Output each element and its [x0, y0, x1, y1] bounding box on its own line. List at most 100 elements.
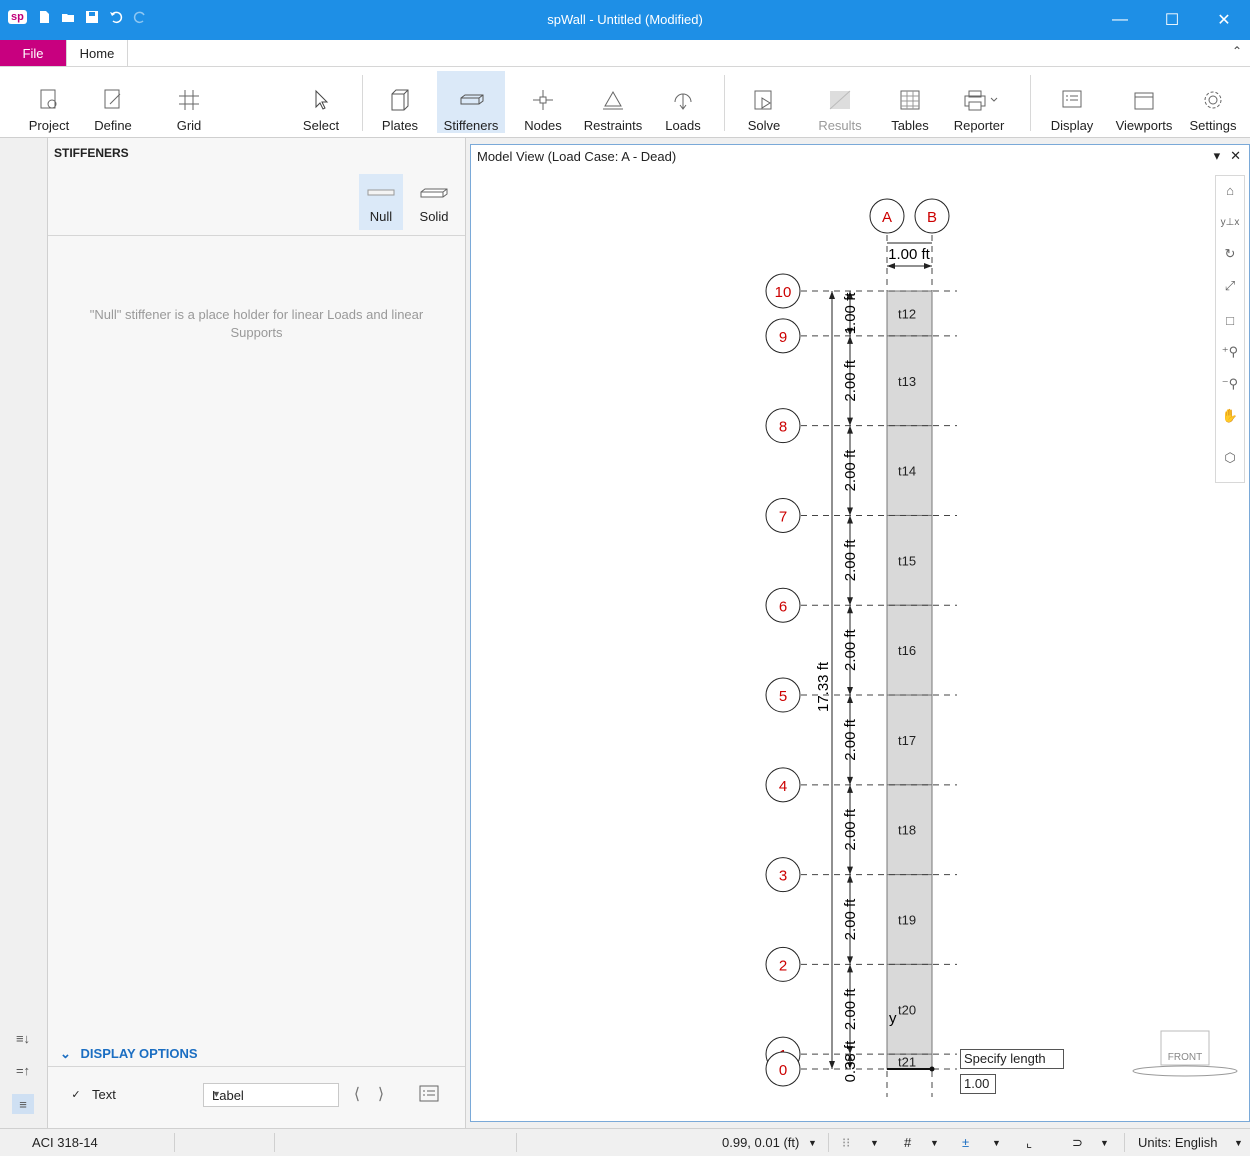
close-icon[interactable]: ✕: [1198, 0, 1250, 40]
sort-ascending-icon[interactable]: =↑: [12, 1060, 34, 1080]
selection-mode-icon[interactable]: ⊃: [1072, 1135, 1083, 1151]
ribbon-separator: [724, 75, 725, 131]
stiffener-type-null[interactable]: Null: [359, 174, 403, 230]
tab-home[interactable]: Home: [66, 40, 128, 66]
load-icon: [674, 93, 692, 110]
model-view[interactable]: Model View (Load Case: A - Dead) ▾ ✕ A B…: [470, 144, 1250, 1122]
next-icon[interactable]: ⟩: [372, 1084, 390, 1104]
list-view-icon[interactable]: ≡: [12, 1094, 34, 1114]
row-label: 3: [779, 868, 787, 885]
title-bar: sp spWall - Untitled (Modified) — ☐ ✕: [0, 0, 1250, 40]
specify-length-prompt: Specify length: [960, 1049, 1064, 1069]
ribbon: Project Define Grid Select Plates Stiffe…: [0, 67, 1250, 138]
tables-button[interactable]: Tables: [886, 71, 934, 133]
display-settings-icon[interactable]: [418, 1084, 440, 1104]
grid-dots-icon[interactable]: ⁝⁝: [842, 1135, 850, 1151]
row-bubble[interactable]: 6: [765, 587, 801, 623]
display-icon: [1062, 90, 1082, 108]
specify-length-input[interactable]: 1.00: [960, 1074, 996, 1094]
grid-dots-dropdown-icon[interactable]: ▼: [870, 1138, 879, 1148]
pan-hand-icon[interactable]: ✋: [1220, 406, 1240, 426]
settings-button[interactable]: Settings: [1186, 71, 1240, 133]
zoom-extents-icon[interactable]: ⤢: [1220, 276, 1240, 296]
ribbon-tabs: File Home ⌃: [0, 40, 1250, 67]
tab-file[interactable]: File: [0, 40, 66, 66]
display-options-header[interactable]: ⌄ DISPLAY OPTIONS: [60, 1046, 198, 1062]
view-close-icon[interactable]: ✕: [1230, 148, 1241, 164]
define-icon: [104, 89, 121, 109]
snap-icon[interactable]: ±: [962, 1135, 969, 1150]
solve-button[interactable]: Solve: [740, 71, 788, 133]
plate-label: t17: [898, 733, 916, 748]
view-cube[interactable]: FRONT: [1132, 1030, 1238, 1077]
gear-icon: [1204, 91, 1222, 109]
plate-label: t21: [898, 1055, 916, 1070]
restraints-button[interactable]: Restraints: [580, 71, 646, 133]
row-bubble[interactable]: 0: [765, 1051, 801, 1087]
row-bubble[interactable]: 9: [765, 318, 801, 354]
y-axis-label: y: [889, 1010, 897, 1027]
sort-descending-icon[interactable]: ≡↓: [12, 1028, 34, 1048]
maximize-icon[interactable]: ☐: [1146, 0, 1198, 40]
units-dropdown-icon[interactable]: ▼: [1234, 1138, 1243, 1148]
divider: [174, 1133, 175, 1152]
axes-icon[interactable]: y⊥x: [1220, 212, 1240, 232]
project-button[interactable]: Project: [22, 71, 76, 133]
col-label-b: B: [927, 209, 937, 226]
solve-icon: [754, 90, 772, 110]
define-button[interactable]: Define: [90, 71, 136, 133]
chevron-down-icon: ⌄: [60, 1046, 71, 1061]
text-checkbox[interactable]: ✓: [70, 1088, 82, 1101]
row-label: 4: [779, 778, 787, 795]
zoom-window-icon[interactable]: □: [1220, 310, 1240, 330]
cursor-icon: [315, 89, 329, 110]
col-bubble-a[interactable]: A: [869, 198, 905, 234]
row-bubble[interactable]: 4: [765, 767, 801, 803]
reporter-button[interactable]: Reporter: [948, 71, 1010, 133]
view-menu-icon[interactable]: ▾: [1214, 148, 1221, 164]
row-bubble[interactable]: 5: [765, 677, 801, 713]
minimize-icon[interactable]: —: [1094, 0, 1146, 40]
zoom-out-icon[interactable]: ⁻⚲: [1220, 374, 1240, 394]
plate-label: t19: [898, 913, 916, 928]
viewports-button[interactable]: Viewports: [1112, 71, 1176, 133]
row-label: 0: [779, 1062, 787, 1079]
plate-label: t15: [898, 553, 916, 568]
segment-dimension: 2.00 ft: [842, 718, 859, 761]
units-selector[interactable]: Units: English: [1138, 1135, 1217, 1150]
select-button[interactable]: Select: [298, 71, 344, 133]
previous-icon[interactable]: ⟨: [348, 1084, 366, 1104]
row-bubble[interactable]: 3: [765, 857, 801, 893]
zoom-in-icon[interactable]: ⁺⚲: [1220, 342, 1240, 362]
collapse-ribbon-icon[interactable]: ⌃: [1232, 44, 1242, 58]
3d-view-icon[interactable]: ⬡: [1220, 448, 1240, 468]
row-bubble[interactable]: 7: [765, 497, 801, 533]
display-button[interactable]: Display: [1046, 71, 1098, 133]
segment-dimension: 2.00 ft: [842, 539, 859, 582]
grid-icon: [179, 90, 199, 110]
plates-button[interactable]: Plates: [376, 71, 424, 133]
stiffener-type-solid[interactable]: Solid: [412, 174, 456, 230]
selection-mode-dropdown-icon[interactable]: ▼: [1100, 1138, 1109, 1148]
results-button[interactable]: Results: [812, 71, 868, 133]
row-bubble[interactable]: 10: [765, 273, 801, 309]
rotate-icon[interactable]: ↻: [1220, 244, 1240, 264]
coords-dropdown-icon[interactable]: ▼: [808, 1138, 817, 1148]
row-bubble[interactable]: 8: [765, 408, 801, 444]
row-label: 8: [779, 419, 787, 436]
grid-button[interactable]: Grid: [166, 71, 212, 133]
col-bubble-b[interactable]: B: [914, 198, 950, 234]
nodes-button[interactable]: Nodes: [518, 71, 568, 133]
label-select[interactable]: Label ▼: [203, 1083, 339, 1107]
loads-button[interactable]: Loads: [660, 71, 706, 133]
snap-dropdown-icon[interactable]: ▼: [992, 1138, 1001, 1148]
grid-lines-dropdown-icon[interactable]: ▼: [930, 1138, 939, 1148]
ortho-icon[interactable]: ⌞: [1026, 1135, 1032, 1151]
home-view-icon[interactable]: ⌂: [1220, 180, 1240, 200]
stiffeners-button[interactable]: Stiffeners: [437, 71, 505, 133]
model-canvas[interactable]: A B 1.00 ft 17.33 ft t12 1.00 ft t13 2.00 f…: [471, 167, 1247, 1121]
row-bubble[interactable]: 2: [765, 946, 801, 982]
plate-label: t18: [898, 823, 916, 838]
plate-label: t13: [898, 374, 916, 389]
grid-lines-icon[interactable]: #: [904, 1135, 911, 1150]
